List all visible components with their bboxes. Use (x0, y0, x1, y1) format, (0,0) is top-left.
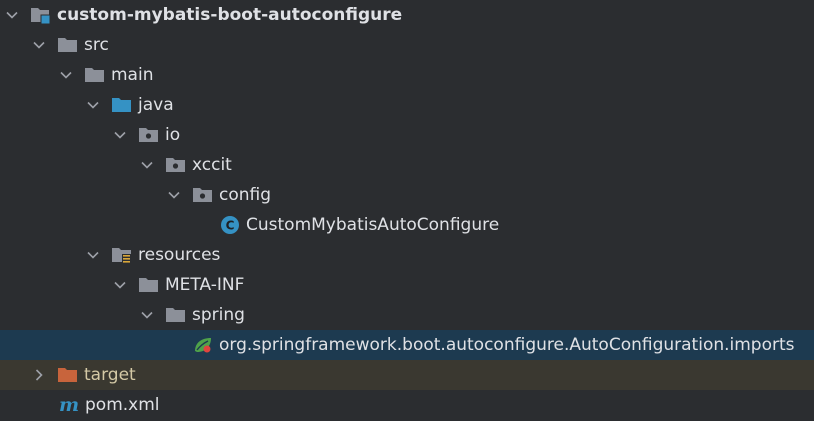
tree-label-class: CustomMybatisAutoConfigure (246, 215, 500, 235)
chevron-down-icon[interactable] (112, 127, 128, 143)
spring-file-icon (192, 335, 214, 355)
tree-label-spring: spring (192, 305, 245, 325)
tree-label-target: target (84, 365, 136, 385)
tree-row-src[interactable]: src (0, 30, 814, 60)
chevron-down-icon[interactable] (4, 7, 20, 23)
tree-row-xccit[interactable]: xccit (0, 150, 814, 180)
folder-icon (165, 305, 187, 325)
tree-row-java[interactable]: java (0, 90, 814, 120)
excluded-folder-icon (57, 365, 79, 385)
tree-row-class[interactable]: C CustomMybatisAutoConfigure (0, 210, 814, 240)
tree-row-main[interactable]: main (0, 60, 814, 90)
package-folder-icon (192, 185, 214, 205)
tree-label-io: io (165, 125, 181, 145)
tree-row-target[interactable]: target (0, 360, 814, 390)
tree-row-meta-inf[interactable]: META-INF (0, 270, 814, 300)
folder-icon (57, 35, 79, 55)
tree-label-root: custom-mybatis-boot-autoconfigure (57, 5, 403, 25)
tree-row-resources[interactable]: resources (0, 240, 814, 270)
chevron-down-icon[interactable] (85, 247, 101, 263)
tree-label-pom: pom.xml (85, 395, 160, 415)
folder-icon (84, 65, 106, 85)
tree-row-root[interactable]: custom-mybatis-boot-autoconfigure (0, 0, 814, 30)
tree-label-src: src (84, 35, 109, 55)
class-icon: C (219, 215, 241, 235)
package-folder-icon (138, 125, 160, 145)
tree-label-meta-inf: META-INF (165, 275, 245, 295)
chevron-down-icon[interactable] (85, 97, 101, 113)
source-root-folder-icon (111, 95, 133, 115)
chevron-down-icon[interactable] (58, 67, 74, 83)
folder-icon (138, 275, 160, 295)
tree-label-main: main (111, 65, 154, 85)
tree-row-pom[interactable]: m pom.xml (0, 390, 814, 420)
chevron-down-icon[interactable] (31, 37, 47, 53)
chevron-right-icon[interactable] (31, 367, 47, 383)
resources-folder-icon (111, 245, 133, 265)
project-tree: custom-mybatis-boot-autoconfigure src ma… (0, 0, 814, 421)
package-folder-icon (165, 155, 187, 175)
tree-row-config[interactable]: config (0, 180, 814, 210)
chevron-down-icon[interactable] (112, 277, 128, 293)
tree-label-imports: org.springframework.boot.autoconfigure.A… (219, 335, 795, 355)
svg-text:m: m (59, 395, 79, 415)
tree-label-config: config (219, 185, 272, 205)
chevron-down-icon[interactable] (139, 157, 155, 173)
tree-label-xccit: xccit (192, 155, 232, 175)
tree-row-spring[interactable]: spring (0, 300, 814, 330)
maven-icon: m (58, 395, 80, 415)
tree-label-resources: resources (138, 245, 221, 265)
chevron-down-icon[interactable] (166, 187, 182, 203)
svg-text:C: C (226, 219, 235, 233)
chevron-down-icon[interactable] (139, 307, 155, 323)
tree-row-io[interactable]: io (0, 120, 814, 150)
tree-label-java: java (138, 95, 174, 115)
module-folder-icon (30, 5, 52, 25)
tree-row-imports[interactable]: org.springframework.boot.autoconfigure.A… (0, 330, 814, 360)
